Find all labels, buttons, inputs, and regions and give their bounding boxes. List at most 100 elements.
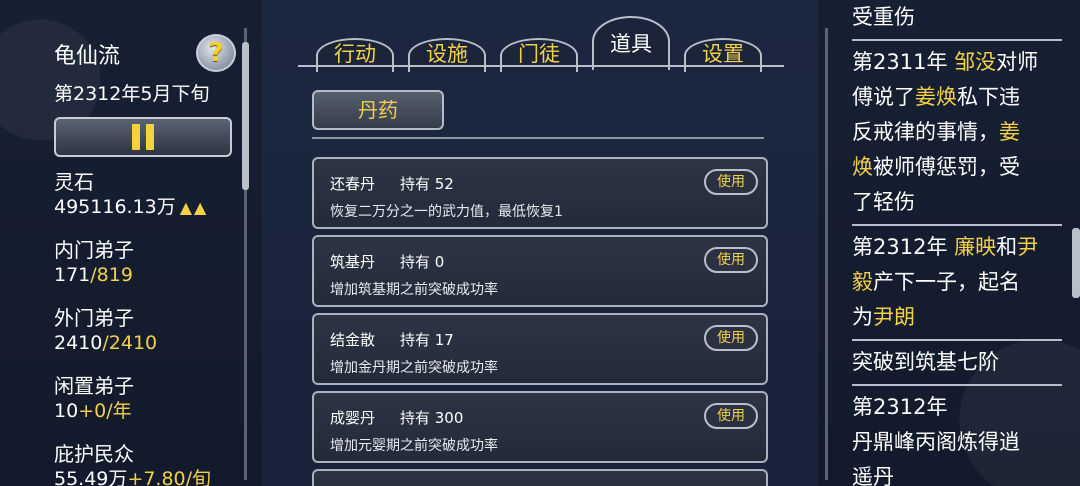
tab-actions[interactable]: 行动: [310, 32, 400, 72]
right-scrollbar[interactable]: [822, 28, 832, 480]
log-entry: 第2312年丹鼎峰丙阁炼得逍遥丹: [852, 390, 1062, 486]
tab-settings[interactable]: 设置: [678, 32, 768, 72]
log-text: 遥丹: [852, 465, 894, 486]
item-name: 筑基丹: [330, 253, 376, 271]
item-name: 成婴丹: [330, 409, 376, 427]
stat-label: 外门弟子: [54, 306, 134, 330]
log-text: 第2312年: [852, 395, 948, 419]
log-line: 受重伤: [852, 0, 1062, 35]
item-description: 增加元婴期之前突破成功率: [330, 438, 498, 454]
stat-value: 495116.13万: [54, 196, 176, 218]
category-pills-button[interactable]: 丹药: [312, 90, 444, 130]
log-character-name: 姜焕: [915, 85, 957, 109]
stat-outer-disciples: 外门弟子 2410/2410: [54, 306, 157, 356]
log-text: 产下一子，起名: [873, 270, 1020, 294]
trend-up-icon: ▲▲: [179, 198, 209, 217]
log-text: 反戒律的事情，: [852, 120, 999, 144]
items-panel: 行动 设施 门徒 道具 设置 丹药 还春丹 持有 52 恢复二万分之一的武力值，…: [262, 0, 818, 486]
use-button[interactable]: 使用: [704, 247, 758, 273]
pause-icon-bar-left: [132, 124, 140, 150]
list-item: 还春丹 持有 52 恢复二万分之一的武力值，最低恢复1 使用: [312, 157, 768, 229]
stat-value-cap: /819: [90, 264, 133, 286]
stat-sheltered-people: 庇护民众 55.49万+7.80/旬: [54, 442, 211, 486]
log-line: 了轻伤: [852, 185, 1062, 220]
tab-bar: 行动 设施 门徒 道具 设置: [262, 0, 818, 80]
log-line: 突破到筑基七阶: [852, 345, 1062, 380]
pause-button[interactable]: [54, 117, 232, 157]
log-text: 突破到筑基七阶: [852, 350, 999, 374]
item-name: 还春丹: [330, 175, 376, 193]
log-line: 傅说了姜焕私下违: [852, 80, 1062, 115]
pause-icon-bar-right: [146, 124, 154, 150]
item-description: 增加筑基期之前突破成功率: [330, 282, 498, 298]
left-scrollbar[interactable]: [240, 28, 250, 480]
log-line: 为尹朗: [852, 300, 1062, 335]
tab-disciples[interactable]: 门徒: [494, 32, 584, 72]
tab-items[interactable]: 道具: [586, 16, 676, 70]
log-line: 遥丹: [852, 460, 1062, 486]
sect-name: 龟仙流: [54, 44, 121, 69]
game-date: 第2312年5月下旬: [54, 83, 210, 105]
log-line: 丹鼎峰丙阁炼得逍: [852, 425, 1062, 460]
log-entry: 第2312年 廉映和尹 毅产下一子，起名 为尹朗: [852, 230, 1062, 341]
log-line: 毅产下一子，起名: [852, 265, 1062, 300]
log-text: 了轻伤: [852, 190, 915, 214]
list-item: 筑基丹 持有 0 增加筑基期之前突破成功率 使用: [312, 235, 768, 307]
stat-label: 庇护民众: [54, 442, 134, 466]
stat-value: 2410: [54, 332, 103, 354]
list-item-partial: [312, 469, 768, 486]
help-button[interactable]: ?: [196, 34, 236, 72]
item-owned-count: 持有 300: [400, 409, 464, 427]
stat-value: 55.49万: [54, 468, 128, 486]
question-mark-icon: ?: [208, 38, 224, 68]
tab-facilities[interactable]: 设施: [402, 32, 492, 72]
use-button[interactable]: 使用: [704, 169, 758, 195]
item-list: 还春丹 持有 52 恢复二万分之一的武力值，最低恢复1 使用 筑基丹 持有 0 …: [312, 157, 768, 486]
stat-label: 闲置弟子: [54, 374, 134, 398]
log-text: 第2311年: [852, 50, 955, 74]
stat-value-rate: +0/年: [78, 400, 132, 422]
stat-spirit-stones: 灵石 495116.13万 ▲▲: [54, 170, 208, 220]
log-entry: 突破到筑基七阶: [852, 345, 1062, 386]
stat-idle-disciples: 闲置弟子 10+0/年: [54, 374, 134, 424]
log-character-name: 廉映: [954, 235, 997, 259]
use-button[interactable]: 使用: [704, 325, 758, 351]
log-character-name: 尹: [1017, 235, 1039, 259]
log-entry: 受重伤: [852, 0, 1062, 41]
item-description: 增加金丹期之前突破成功率: [330, 360, 498, 376]
item-name: 结金散: [330, 331, 376, 349]
log-line: 焕被师傅惩罚，受: [852, 150, 1062, 185]
stat-value: 171: [54, 264, 91, 286]
stat-label: 灵石: [54, 170, 94, 194]
stat-value: 10: [54, 400, 79, 422]
log-line: 第2311年 邹没对师: [852, 45, 1062, 80]
log-character-name: 姜: [999, 120, 1020, 144]
use-button[interactable]: 使用: [704, 403, 758, 429]
stat-label: 内门弟子: [54, 238, 134, 262]
list-item: 结金散 持有 17 增加金丹期之前突破成功率 使用: [312, 313, 768, 385]
list-item: 成婴丹 持有 300 增加元婴期之前突破成功率 使用: [312, 391, 768, 463]
scroll-thumb[interactable]: [242, 42, 249, 190]
log-character-name: 邹没: [954, 50, 997, 74]
stat-value-cap: /2410: [102, 332, 158, 354]
item-owned-count: 持有 17: [400, 331, 454, 349]
category-divider: [312, 137, 764, 139]
log-text: 对师: [996, 50, 1039, 74]
log-text: 第2312年: [852, 235, 955, 259]
log-text: 为: [852, 305, 873, 329]
log-text: 傅说了: [852, 85, 915, 109]
log-line: 第2312年: [852, 390, 1062, 425]
log-text: 和: [996, 235, 1018, 259]
sect-status-panel: 龟仙流 ? 第2312年5月下旬 灵石 495116.13万 ▲▲ 内门弟子 17…: [0, 0, 262, 486]
scroll-track: [825, 28, 828, 480]
scroll-thumb[interactable]: [1072, 228, 1080, 298]
event-log-panel: 受重伤 第2311年 邹没对师 傅说了姜焕私下违 反戒律的事情，姜 焕被师傅惩罚，受 了轻…: [818, 0, 1080, 486]
event-log: 受重伤 第2311年 邹没对师 傅说了姜焕私下违 反戒律的事情，姜 焕被师傅惩罚，受 了轻…: [852, 0, 1062, 486]
log-text: 私下违: [957, 85, 1020, 109]
log-text: 受重伤: [852, 5, 915, 29]
log-character-name: 尹朗: [873, 305, 915, 329]
log-entry: 第2311年 邹没对师 傅说了姜焕私下违 反戒律的事情，姜 焕被师傅惩罚，受 了轻伤: [852, 45, 1062, 226]
log-character-name: 焕: [852, 155, 873, 179]
log-line: 第2312年 廉映和尹: [852, 230, 1062, 265]
item-description: 恢复二万分之一的武力值，最低恢复1: [330, 204, 563, 220]
